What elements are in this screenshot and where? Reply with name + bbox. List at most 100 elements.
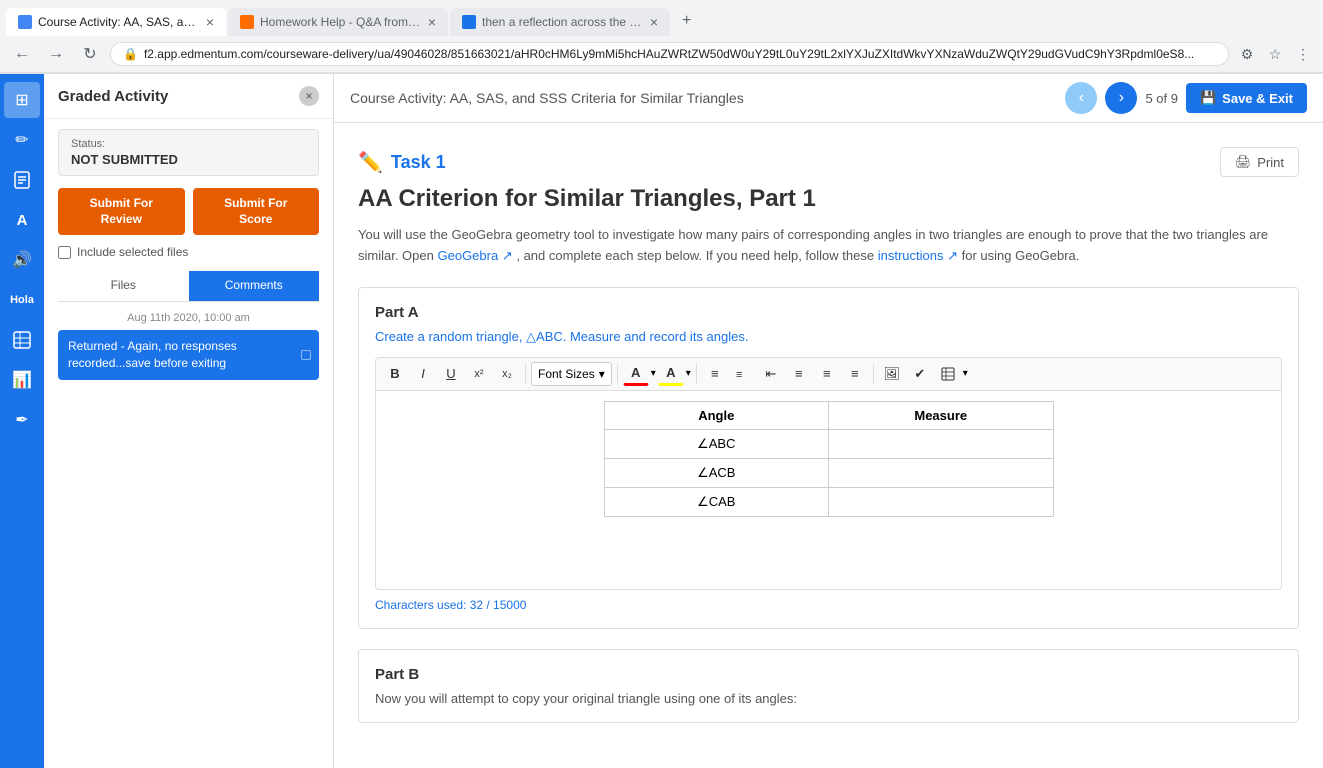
browser-actions: ⚙ ☆ ⋮	[1235, 42, 1315, 66]
checkmark-button[interactable]: ✔	[907, 362, 933, 386]
bg-color-arrow[interactable]: ▾	[686, 368, 691, 379]
tab-reflection[interactable]: then a reflection across the x ax ×	[450, 8, 670, 36]
font-color-button[interactable]: A	[623, 362, 649, 386]
geogebra-link[interactable]: GeoGebra ↗	[438, 248, 513, 263]
tab-label-2: Homework Help - Q&A from Onli	[260, 15, 422, 29]
files-tab[interactable]: Files	[58, 271, 189, 301]
justify-button[interactable]: ≡	[842, 362, 868, 386]
angle-column-header: Angle	[604, 401, 829, 429]
sidebar-item-audio[interactable]: 🔊	[4, 242, 40, 278]
sidebar-item-edit[interactable]: ✏	[4, 122, 40, 158]
task-desc-text3: for using GeoGebra.	[962, 248, 1080, 263]
sidebar-item-assignment[interactable]	[4, 162, 40, 198]
panel-title: Graded Activity	[58, 88, 168, 105]
sidebar-item-grid[interactable]: ⊞	[4, 82, 40, 118]
tab-label-3: then a reflection across the x ax	[482, 15, 644, 29]
font-sizes-label: Font Sizes	[538, 367, 595, 381]
prev-page-button[interactable]: ‹	[1065, 82, 1097, 114]
editor-area[interactable]: Angle Measure ∠ABC ∠ACB	[375, 390, 1282, 590]
extensions-button[interactable]: ⚙	[1235, 42, 1259, 66]
align-right-button[interactable]: ≡	[814, 362, 840, 386]
lock-icon: 🔒	[123, 47, 138, 61]
tab-close-2[interactable]: ×	[428, 14, 436, 30]
sidebar-item-pen[interactable]: ✒	[4, 402, 40, 438]
tab-favicon-3	[462, 15, 476, 29]
url-text: f2.app.edmentum.com/courseware-delivery/…	[144, 47, 1216, 61]
new-tab-button[interactable]: +	[672, 6, 701, 36]
submit-for-review-button[interactable]: Submit ForReview	[58, 188, 185, 235]
measure-abc[interactable]	[829, 429, 1054, 458]
underline-button[interactable]: U	[438, 362, 464, 386]
next-page-button[interactable]: ›	[1105, 82, 1137, 114]
unordered-list-button[interactable]: ≡	[702, 362, 728, 386]
save-exit-button[interactable]: 💾 Save & Exit	[1186, 83, 1307, 113]
submit-buttons-row: Submit ForReview Submit ForScore	[58, 188, 319, 235]
ordered-list-button[interactable]: ≡	[730, 362, 756, 386]
toolbar-sep-3	[696, 364, 697, 384]
tab-close-3[interactable]: ×	[650, 14, 658, 30]
reload-button[interactable]: ↻	[76, 40, 104, 68]
part-b-description: Now you will attempt to copy your origin…	[375, 691, 1282, 706]
content-area: ✏️ Task 1 🖨 Print AA Criterion for Simil…	[334, 123, 1323, 768]
editor-toolbar: B I U x² x₂ Font Sizes ▾ A ▾ A ▾	[375, 357, 1282, 390]
instructions-link[interactable]: instructions ↗	[878, 248, 958, 263]
menu-button[interactable]: ⋮	[1291, 42, 1315, 66]
angle-acb: ∠ACB	[604, 458, 829, 487]
align-center-button[interactable]: ≡	[786, 362, 812, 386]
tab-label-1: Course Activity: AA, SAS, and SS	[38, 15, 200, 29]
browser-chrome: Course Activity: AA, SAS, and SS × Homew…	[0, 0, 1323, 74]
address-bar: ← → ↻ 🔒 f2.app.edmentum.com/courseware-d…	[0, 36, 1323, 73]
part-a-description: Create a random triangle, △ABC. Measure …	[375, 329, 1282, 345]
sidebar-item-font[interactable]: A	[4, 202, 40, 238]
include-files-checkbox[interactable]	[58, 246, 71, 259]
table-row: ∠ABC	[604, 429, 1053, 458]
graded-activity-panel: Graded Activity × Status: NOT SUBMITTED …	[44, 74, 334, 768]
panel-header: Graded Activity ×	[44, 74, 333, 119]
toolbar-sep-1	[525, 364, 526, 384]
tab-close-1[interactable]: ×	[206, 14, 214, 30]
tab-course-activity[interactable]: Course Activity: AA, SAS, and SS ×	[6, 8, 226, 36]
sidebar-item-chart[interactable]: 📊	[4, 362, 40, 398]
task-description: You will use the GeoGebra geometry tool …	[358, 225, 1299, 267]
status-value: NOT SUBMITTED	[71, 152, 306, 167]
url-bar[interactable]: 🔒 f2.app.edmentum.com/courseware-deliver…	[110, 42, 1229, 66]
tab-bar: Course Activity: AA, SAS, and SS × Homew…	[0, 0, 1323, 36]
print-button[interactable]: 🖨 Print	[1220, 147, 1299, 177]
font-sizes-dropdown[interactable]: Font Sizes ▾	[531, 362, 612, 386]
sidebar-item-hola[interactable]: Hola	[4, 282, 40, 318]
insert-image-button[interactable]: 🖼	[879, 362, 905, 386]
bold-button[interactable]: B	[382, 362, 408, 386]
font-color-arrow[interactable]: ▾	[651, 368, 656, 379]
tab-favicon-1	[18, 15, 32, 29]
include-files-label: Include selected files	[77, 245, 188, 259]
measure-cab[interactable]	[829, 487, 1054, 516]
outdent-button[interactable]: ⇤	[758, 362, 784, 386]
print-label: Print	[1257, 155, 1284, 170]
table-row: ∠CAB	[604, 487, 1053, 516]
tab-homework[interactable]: Homework Help - Q&A from Onli ×	[228, 8, 448, 36]
measure-acb[interactable]	[829, 458, 1054, 487]
tab-favicon-2	[240, 15, 254, 29]
table-row: ∠ACB	[604, 458, 1053, 487]
sidebar-item-table[interactable]	[4, 322, 40, 358]
task-icon: ✏️	[358, 150, 383, 175]
bookmark-button[interactable]: ☆	[1263, 42, 1287, 66]
panel-close-button[interactable]: ×	[299, 86, 319, 106]
superscript-button[interactable]: x²	[466, 362, 492, 386]
task-title: AA Criterion for Similar Triangles, Part…	[358, 185, 1299, 213]
table-dropdown-arrow[interactable]: ▾	[963, 368, 968, 379]
table-button[interactable]	[935, 362, 961, 386]
status-box: Status: NOT SUBMITTED	[58, 129, 319, 176]
comments-tab[interactable]: Comments	[189, 271, 320, 301]
submit-for-score-button[interactable]: Submit ForScore	[193, 188, 320, 235]
dropdown-arrow-icon: ▾	[599, 367, 605, 381]
italic-button[interactable]: I	[410, 362, 436, 386]
include-files-row: Include selected files	[58, 245, 319, 259]
task-desc-text2: , and complete each step below. If you n…	[516, 248, 874, 263]
back-button[interactable]: ←	[8, 40, 36, 68]
forward-button[interactable]: →	[42, 40, 70, 68]
angle-table: Angle Measure ∠ABC ∠ACB	[604, 401, 1054, 517]
bg-color-button[interactable]: A	[658, 362, 684, 386]
chars-used: Characters used: 32 / 15000	[375, 598, 1282, 612]
subscript-button[interactable]: x₂	[494, 362, 520, 386]
